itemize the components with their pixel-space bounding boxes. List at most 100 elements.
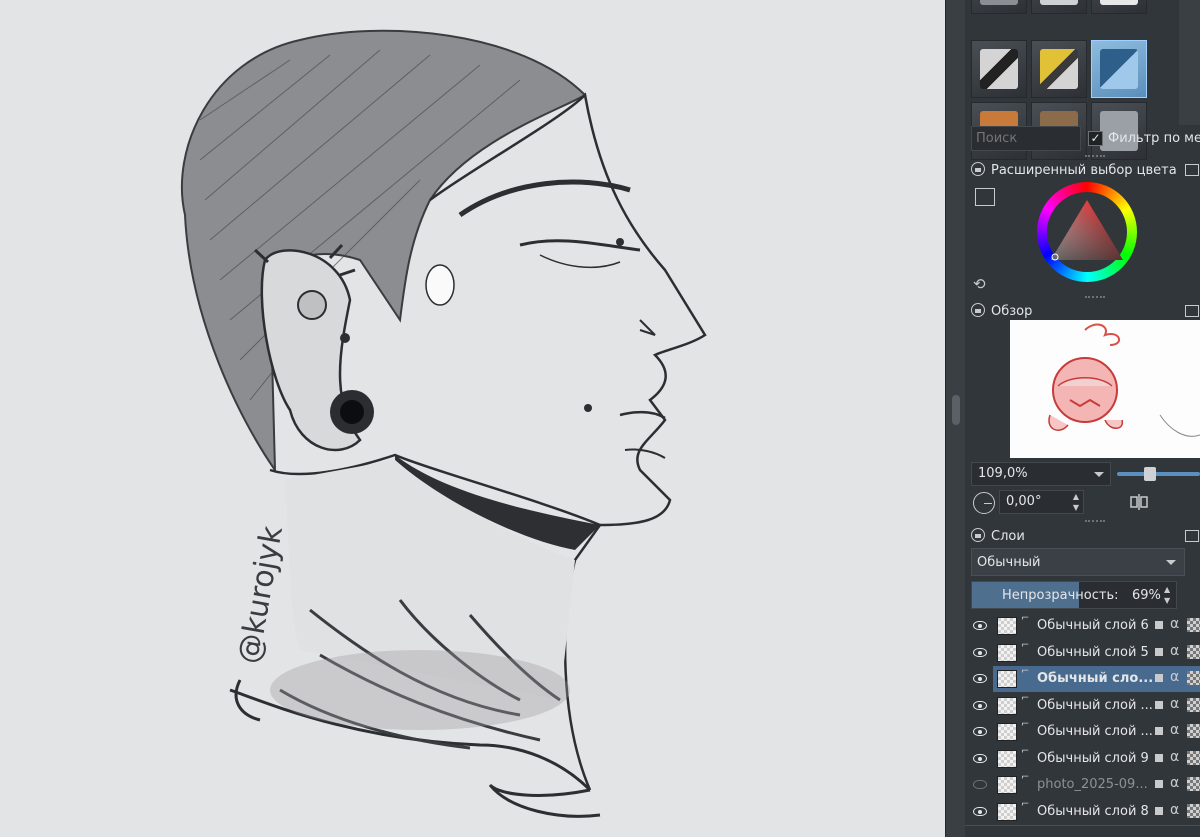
alpha-lock-icon[interactable]: α <box>1170 749 1179 765</box>
eye-icon[interactable] <box>973 674 987 683</box>
lower-lip <box>624 448 666 459</box>
ear-stud <box>340 333 350 343</box>
cheek-highlight <box>425 264 455 306</box>
brush-preset-pencil[interactable] <box>971 40 1027 98</box>
layer-name: Обычный сло... <box>1037 671 1152 686</box>
layer-thumbnail <box>997 696 1017 715</box>
rotation-spinner[interactable]: ▲ ▼ <box>1069 491 1083 513</box>
rotation-dial-icon[interactable] <box>973 492 995 514</box>
overview-title: Обзор <box>971 303 1032 319</box>
lock-icon[interactable] <box>1155 753 1163 762</box>
opacity-slider[interactable]: Непрозрачность: 69% ▲ ▼ <box>971 581 1177 609</box>
opacity-spinner[interactable]: ▲ ▼ <box>1164 584 1170 606</box>
inherit-alpha-icon[interactable] <box>1187 671 1200 685</box>
link-icon: ⌐ <box>1021 613 1030 624</box>
lock-icon[interactable] <box>1155 621 1163 629</box>
lock-icon[interactable] <box>1155 647 1163 656</box>
float-window-icon[interactable] <box>1185 164 1199 176</box>
lock-icon[interactable] <box>1155 700 1163 709</box>
brush-preset[interactable] <box>1091 0 1147 14</box>
preset-search-input[interactable] <box>971 126 1081 151</box>
alpha-lock-icon[interactable]: α <box>1170 775 1179 791</box>
eye-icon[interactable] <box>973 727 987 736</box>
float-window-icon[interactable] <box>1185 530 1199 542</box>
lock-icon[interactable] <box>971 162 985 176</box>
dock-splitter[interactable] <box>1085 520 1105 523</box>
filter-checkbox[interactable]: ✓ <box>1088 131 1103 146</box>
brush-preset[interactable] <box>971 0 1027 14</box>
canvas-vertical-scrollbar[interactable] <box>945 0 965 837</box>
dock-splitter[interactable] <box>1085 296 1105 299</box>
inherit-alpha-icon[interactable] <box>1187 803 1200 818</box>
brow-piercing <box>616 238 624 246</box>
lock-icon[interactable] <box>1155 780 1163 788</box>
nose <box>639 319 656 336</box>
lock-icon[interactable] <box>1155 727 1163 735</box>
link-icon: ⌐ <box>1021 666 1030 677</box>
scroll-thumb[interactable] <box>952 395 960 425</box>
drawing-canvas[interactable]: @kurojyk <box>0 0 945 837</box>
layer-row[interactable]: ⌐ photo_2025-09... α <box>965 772 1200 798</box>
eye-icon[interactable] <box>973 753 987 763</box>
layer-thumbnail <box>997 670 1017 688</box>
inherit-alpha-icon[interactable] <box>1187 618 1200 632</box>
color-triangle[interactable] <box>1049 198 1125 268</box>
inherit-alpha-icon[interactable] <box>1187 777 1200 791</box>
layer-row[interactable]: ⌐ Обычный слой 6 α <box>965 613 1200 639</box>
zoom-slider-knob[interactable] <box>1144 467 1156 481</box>
filter-label: Фильтр по мет <box>1108 131 1200 146</box>
eye-icon[interactable] <box>973 780 987 789</box>
chevron-down-icon <box>1094 472 1104 477</box>
lock-icon[interactable] <box>1155 806 1163 815</box>
brush-preset-pen-selected[interactable] <box>1091 40 1147 98</box>
layer-name: Обычный слой 9 <box>1037 750 1149 766</box>
bottom-swirl <box>488 783 601 818</box>
dock-splitter[interactable] <box>1085 155 1105 158</box>
eye-icon[interactable] <box>973 647 987 657</box>
layer-thumbnail <box>997 749 1017 768</box>
brush-preset-marker[interactable] <box>1031 40 1087 98</box>
layer-row[interactable]: ⌐ Обычный слой 9 α <box>965 746 1200 772</box>
layer-row-active[interactable]: ⌐ Обычный сло... α <box>965 666 1200 692</box>
alpha-lock-icon[interactable]: α <box>1170 643 1179 659</box>
blend-mode-select[interactable]: Обычный <box>971 548 1185 576</box>
lock-icon[interactable] <box>971 528 985 542</box>
eye-icon[interactable] <box>973 700 987 710</box>
layer-row[interactable]: ⌐ Обычный слой ... α <box>965 693 1200 719</box>
overview-thumbnail[interactable] <box>1010 320 1200 458</box>
lock-icon[interactable] <box>971 303 985 317</box>
brush-preset[interactable] <box>1031 0 1087 14</box>
color-menu-icon[interactable] <box>975 188 995 206</box>
alpha-lock-icon[interactable]: α <box>1170 722 1179 738</box>
alpha-lock-icon[interactable]: α <box>1170 616 1179 632</box>
color-selector-title: Расширенный выбор цвета <box>971 162 1177 178</box>
zoom-select[interactable]: 109,0% <box>971 462 1111 486</box>
alpha-lock-icon[interactable]: α <box>1170 802 1179 818</box>
inherit-alpha-icon[interactable] <box>1187 697 1200 712</box>
layer-name: Обычный слой 8 <box>1037 803 1149 819</box>
inherit-alpha-icon[interactable] <box>1187 644 1200 659</box>
ear-gauge-inner <box>340 400 364 424</box>
float-window-icon[interactable] <box>1185 305 1199 317</box>
layers-title: Слои <box>971 528 1025 544</box>
inherit-alpha-icon[interactable] <box>1187 750 1200 765</box>
layer-row[interactable]: ⌐ Обычный слой 5 α <box>965 640 1200 666</box>
eye-icon[interactable] <box>973 806 987 816</box>
alpha-lock-icon[interactable]: α <box>1170 669 1179 685</box>
layer-row[interactable]: ⌐ Обычный слой 8 α <box>965 799 1200 825</box>
reset-icon[interactable]: ⟲ <box>973 275 986 293</box>
zoom-slider[interactable] <box>1117 467 1200 481</box>
brush-preset-grid <box>971 0 1151 160</box>
eyebrow <box>458 179 631 218</box>
mirror-icon[interactable] <box>1129 493 1149 511</box>
eye-icon[interactable] <box>973 621 987 630</box>
inherit-alpha-icon[interactable] <box>1187 724 1200 738</box>
lock-icon[interactable] <box>1155 674 1163 682</box>
layer-thumbnail <box>997 723 1017 741</box>
artwork: @kurojyk <box>180 29 707 818</box>
alpha-lock-icon[interactable]: α <box>1170 696 1179 712</box>
layer-thumbnail <box>997 802 1017 821</box>
chevron-down-icon <box>1166 560 1176 565</box>
layer-row[interactable]: ⌐ Обычный слой ... α <box>965 719 1200 745</box>
presets-scrollbar[interactable] <box>1179 0 1200 125</box>
